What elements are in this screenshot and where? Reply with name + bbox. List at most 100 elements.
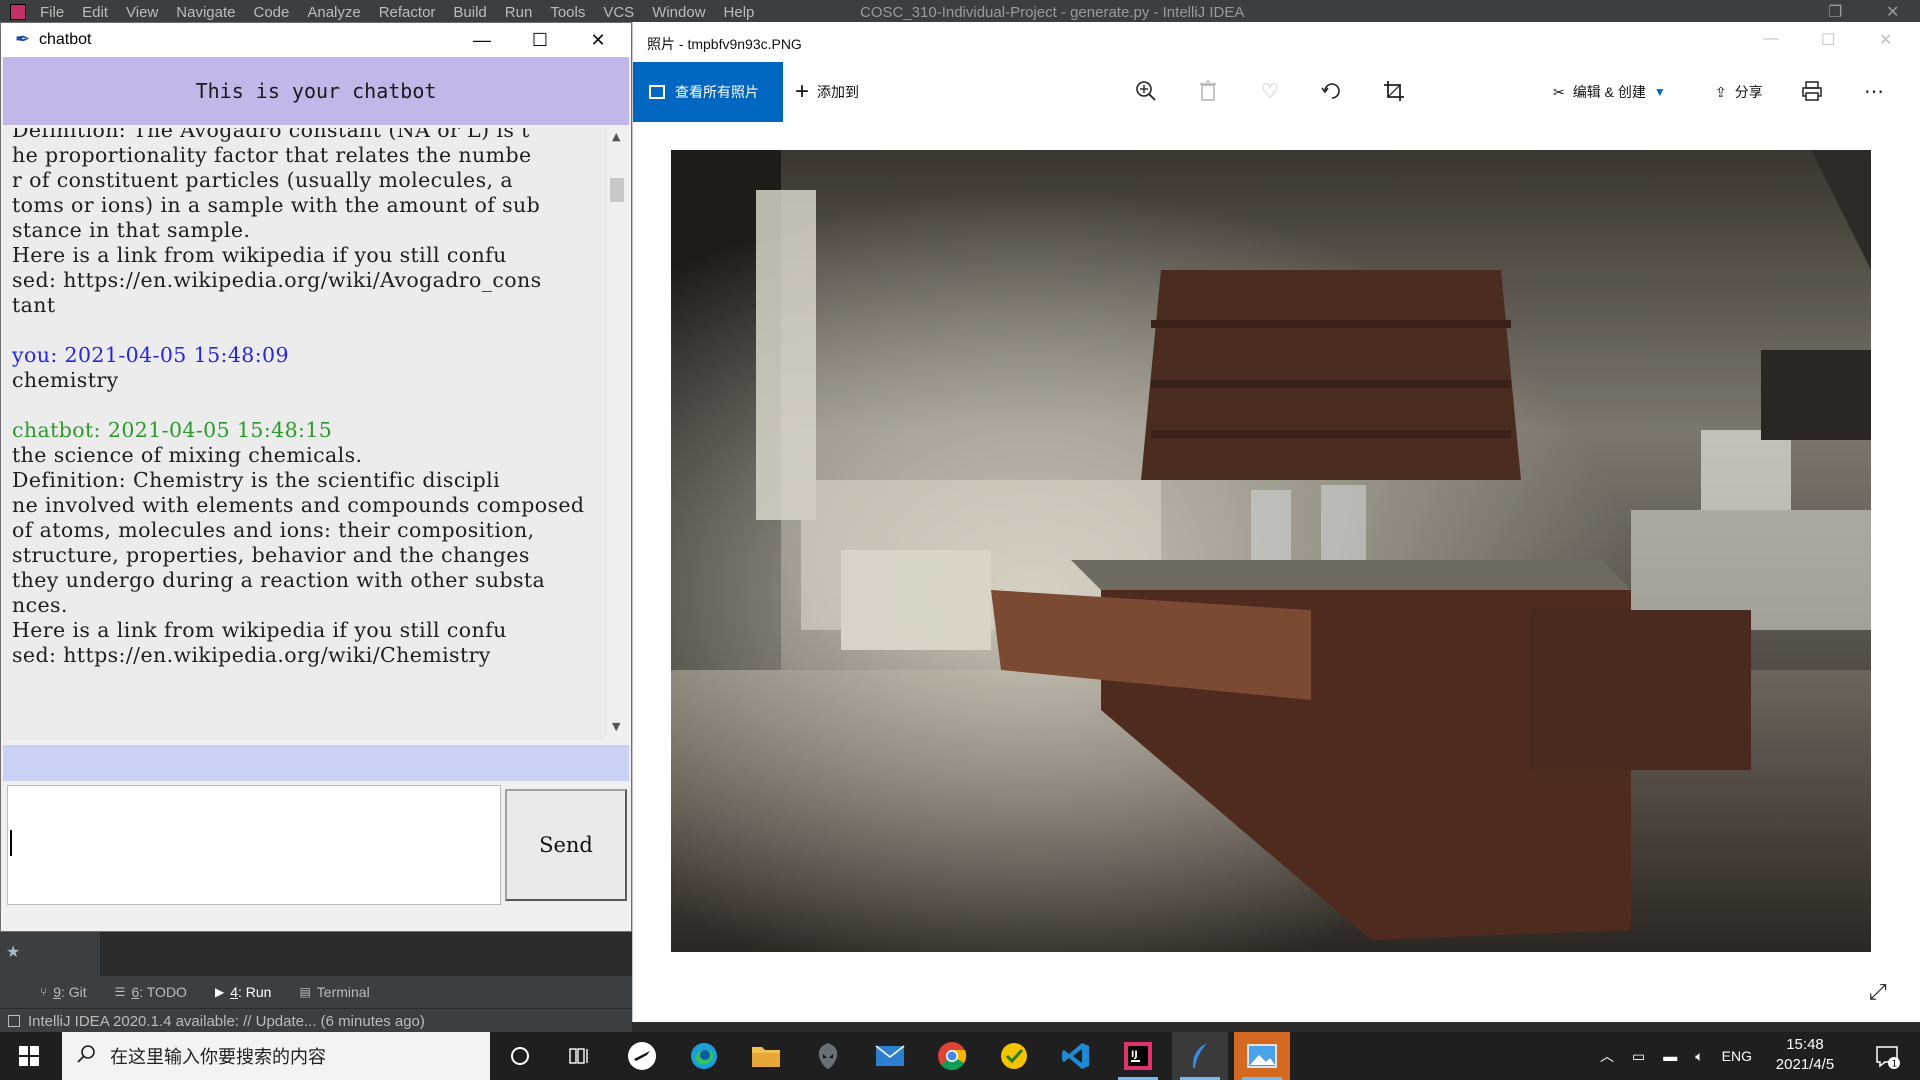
add-to-button[interactable]: + 添加到 <box>795 62 859 122</box>
menu-navigate[interactable]: Navigate <box>176 4 235 21</box>
scroll-up-icon[interactable]: ▲ <box>612 130 620 143</box>
menu-analyze[interactable]: Analyze <box>307 4 360 21</box>
picture-icon <box>649 85 665 99</box>
photos-toolbar: 查看所有照片 + 添加到 ♡ ✂ 编辑 & 创建 ▼ ⇪ 分享 ⋯ <box>633 62 1920 122</box>
chat-line: sed: https://en.wikipedia.org/wiki/Chemi… <box>12 643 491 667</box>
search-placeholder: 在这里输入你要搜索的内容 <box>110 1047 326 1067</box>
photos-maximize-icon[interactable]: ☐ <box>1821 30 1835 50</box>
crop-icon[interactable] <box>1379 76 1409 106</box>
terminal-icon: ▤ <box>299 985 311 999</box>
start-button[interactable] <box>0 1032 58 1080</box>
chat-line <box>12 318 604 343</box>
text-caret <box>10 830 12 856</box>
norton-icon[interactable] <box>986 1032 1042 1080</box>
menu-window[interactable]: Window <box>652 4 705 21</box>
task-view-icon[interactable] <box>552 1032 608 1080</box>
message-input[interactable] <box>7 785 501 905</box>
chatbot-header: This is your chatbot <box>3 57 629 125</box>
chat-scrollbar[interactable]: ▲ ▼ <box>607 128 629 740</box>
chat-line: stance in that sample. <box>12 218 251 242</box>
share-label: 分享 <box>1734 84 1763 100</box>
chrome-icon[interactable] <box>924 1032 980 1080</box>
ide-restore-icon[interactable]: ❐ <box>1828 2 1842 22</box>
python-feather-icon[interactable] <box>1172 1032 1228 1080</box>
ide-close-icon[interactable]: ✕ <box>1886 2 1899 22</box>
intellij-icon[interactable]: IJ <box>1110 1032 1166 1080</box>
photos-minimize-icon[interactable]: — <box>1763 30 1779 48</box>
system-tray: ︿ ▭ ▬ 🔈︎ ENG <box>1600 1032 1752 1080</box>
notification-center-icon[interactable]: 1 <box>1862 1032 1912 1080</box>
chat-log-text: Definition: The Avogadro constant (NA or… <box>12 128 604 668</box>
zoom-in-icon[interactable] <box>1131 76 1161 106</box>
menu-build[interactable]: Build <box>453 4 486 21</box>
ide-favorites-strip: ★ <box>0 930 101 976</box>
status-message[interactable]: IntelliJ IDEA 2020.1.4 available: // Upd… <box>28 1013 425 1030</box>
close-icon[interactable]: ✕ <box>571 25 625 55</box>
git-tool-label: : Git <box>61 984 87 1000</box>
chat-line: he proportionality factor that relates t… <box>12 143 532 167</box>
chat-line: toms or ions) in a sample with the amoun… <box>12 193 541 217</box>
svg-text:IJ: IJ <box>1131 1050 1138 1060</box>
chat-line: they undergo during a reaction with othe… <box>12 568 546 592</box>
input-language[interactable]: ENG <box>1722 1048 1752 1064</box>
cortana-icon[interactable] <box>492 1032 548 1080</box>
vscode-icon[interactable] <box>1048 1032 1104 1080</box>
share-icon: ⇪ <box>1715 83 1727 100</box>
volume-icon[interactable]: 🔈︎ <box>1695 1048 1703 1065</box>
menu-help[interactable]: Help <box>724 4 755 21</box>
edit-create-button[interactable]: ✂ 编辑 & 创建 ▼ <box>1553 62 1666 122</box>
tool-window-terminal[interactable]: ▤ Terminal <box>299 984 369 1000</box>
tool-window-git[interactable]: ⑂ 9: Git <box>40 984 87 1000</box>
menu-vcs[interactable]: VCS <box>603 4 634 21</box>
chat-log[interactable]: Definition: The Avogadro constant (NA or… <box>3 128 607 740</box>
menu-tools[interactable]: Tools <box>550 4 585 21</box>
view-all-label: 查看所有照片 <box>675 84 759 100</box>
expand-fullscreen-icon[interactable]: ⤢ <box>1869 980 1887 1005</box>
photos-titlebar: 照片 - tmpbfv9n93c.PNG — ☐ ✕ <box>633 22 1920 62</box>
photos-close-icon[interactable]: ✕ <box>1879 30 1892 50</box>
edge-icon[interactable] <box>676 1032 732 1080</box>
edit-scissors-icon: ✂ <box>1553 83 1565 100</box>
share-button[interactable]: ⇪ 分享 <box>1715 62 1763 122</box>
mail-icon[interactable] <box>862 1032 918 1080</box>
chat-line: of atoms, molecules and ions: their comp… <box>12 518 535 542</box>
more-options-icon[interactable]: ⋯ <box>1859 76 1889 106</box>
ide-tool-window-bar: ⑂ 9: Git ☰ 6: TODO ▶ 4: Run ▤ Terminal <box>0 976 632 1008</box>
python-feather-icon: ✒ <box>15 29 31 49</box>
alienware-icon[interactable] <box>800 1032 856 1080</box>
maximize-icon[interactable]: ☐ <box>513 25 567 55</box>
clock-time: 15:48 <box>1786 1036 1824 1053</box>
taskbar-clock[interactable]: 15:48 2021/4/5 <box>1760 1035 1850 1075</box>
chatbot-window-title: chatbot <box>39 31 92 48</box>
view-all-photos-button[interactable]: 查看所有照片 <box>633 62 783 122</box>
chat-line: structure, properties, behavior and the … <box>12 543 530 567</box>
tray-overflow-chevron-icon[interactable]: ︿ <box>1600 1046 1614 1066</box>
intellij-logo-icon <box>10 4 26 20</box>
scroll-down-icon[interactable]: ▼ <box>612 720 620 733</box>
minimize-icon[interactable]: — <box>455 25 509 55</box>
forza-icon[interactable] <box>614 1032 670 1080</box>
favorite-heart-icon[interactable]: ♡ <box>1255 76 1285 106</box>
rotate-icon[interactable] <box>1317 76 1347 106</box>
scroll-thumb[interactable] <box>610 178 624 202</box>
photos-icon[interactable] <box>1234 1032 1290 1080</box>
list-icon: ☰ <box>114 985 126 999</box>
chat-line: Here is a link from wikipedia if you sti… <box>12 243 507 267</box>
tool-window-run[interactable]: ▶ 4: Run <box>215 984 272 1000</box>
tool-window-todo[interactable]: ☰ 6: TODO <box>115 984 187 1000</box>
status-toggle-icon[interactable] <box>8 1015 20 1027</box>
battery-icon[interactable]: ▬ <box>1663 1048 1677 1064</box>
menu-refactor[interactable]: Refactor <box>379 4 436 21</box>
favorites-star-icon[interactable]: ★ <box>6 942 20 961</box>
print-icon[interactable] <box>1797 76 1827 106</box>
send-button[interactable]: Send <box>505 789 627 901</box>
menu-view[interactable]: View <box>126 4 158 21</box>
menu-code[interactable]: Code <box>253 4 289 21</box>
network-icon[interactable]: ▭ <box>1632 1048 1645 1065</box>
menu-file[interactable]: File <box>40 4 64 21</box>
file-explorer-icon[interactable] <box>738 1032 794 1080</box>
menu-run[interactable]: Run <box>505 4 533 21</box>
taskbar-search-box[interactable]: 在这里输入你要搜索的内容 <box>62 1032 490 1080</box>
delete-icon[interactable] <box>1193 76 1223 106</box>
menu-edit[interactable]: Edit <box>82 4 108 21</box>
